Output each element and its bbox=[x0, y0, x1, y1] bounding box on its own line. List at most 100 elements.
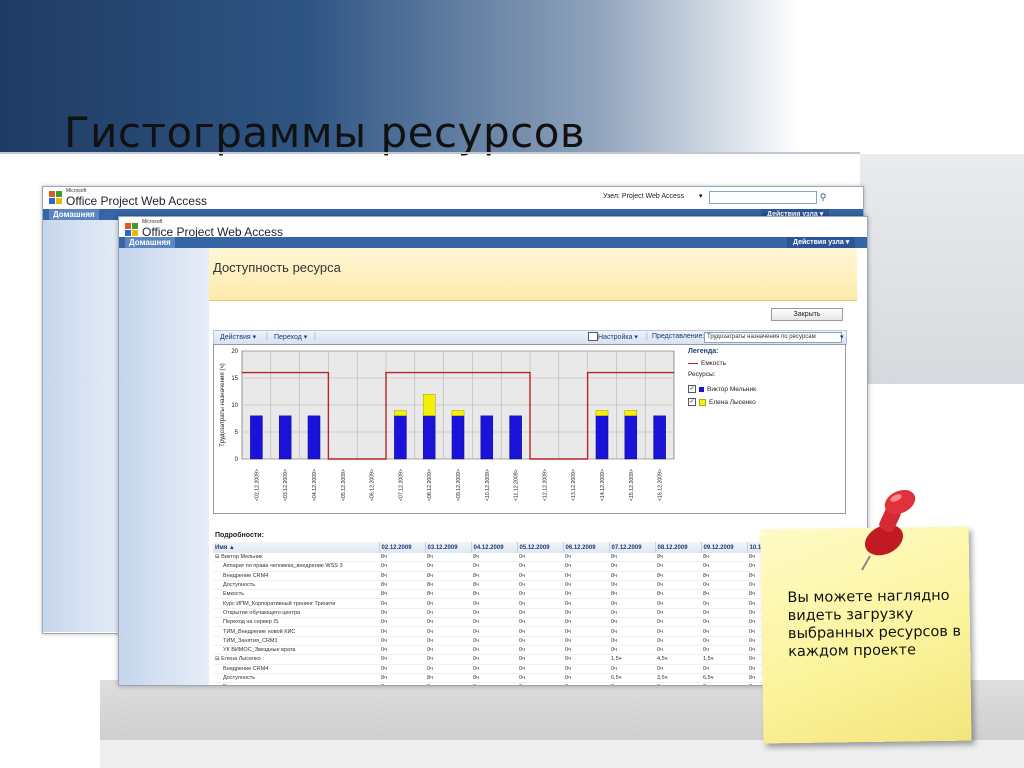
resource-checkbox[interactable]: ✓ bbox=[688, 398, 696, 406]
toolbar-separator: | bbox=[314, 333, 316, 340]
legend-resource-item[interactable]: ✓ Виктор Мельник bbox=[688, 385, 756, 393]
table-row[interactable]: Емкость8ч8ч8ч0ч0ч8ч8ч8ч8ч bbox=[213, 589, 829, 600]
back-logo-text: Microsoft Office Project Web Access bbox=[66, 187, 207, 208]
row-value-cell: 8ч bbox=[379, 673, 425, 684]
search-icon[interactable]: ⚲ bbox=[817, 191, 829, 203]
slide-footer-strip bbox=[100, 740, 1024, 768]
chevron-down-icon[interactable]: ▾ bbox=[840, 333, 844, 341]
row-value-cell: 0ч bbox=[517, 636, 563, 646]
row-value-cell: 0ч bbox=[425, 645, 471, 656]
resource-name: Виктор Мельник bbox=[707, 385, 756, 393]
row-name-cell: Доступность bbox=[213, 673, 379, 684]
front-tab-home[interactable]: Домашняя bbox=[125, 237, 175, 248]
settings-menu[interactable]: Настройка ▾ bbox=[598, 333, 638, 341]
row-value-cell: 0ч bbox=[517, 673, 563, 684]
column-header-date[interactable]: 03.12.2009 bbox=[425, 542, 472, 553]
row-value-cell: 0ч bbox=[379, 617, 425, 628]
column-header-date[interactable]: 08.12.2009 bbox=[655, 542, 702, 553]
view-select[interactable]: Трудозатраты назначения по ресурсам bbox=[704, 332, 842, 343]
row-value-cell: 0ч bbox=[701, 580, 747, 591]
row-value-cell: 0ч bbox=[655, 645, 701, 656]
back-tab-home[interactable]: Домашняя bbox=[49, 209, 99, 220]
row-value-cell: 0ч bbox=[563, 589, 609, 600]
bar-viktor-melnik bbox=[307, 415, 321, 460]
table-row[interactable]: Емкость8ч8ч8ч0ч0ч8ч8ч8ч8ч bbox=[213, 682, 829, 685]
table-row[interactable]: ТИМ_Занятия_CRM1 0ч 0ч 0ч 0ч 0ч 0ч 0ч 0ч 0ч bbox=[213, 636, 829, 646]
table-row[interactable]: ТИМ_Внедрение новой КИС 0ч 0ч 0ч 0ч 0ч 0ч 0ч 0ч 0… bbox=[213, 626, 829, 637]
table-row[interactable]: Внедрение CRM4 8ч 8ч 8ч 0ч 0ч 8ч 8ч 8ч 8ч bbox=[213, 571, 829, 581]
table-row[interactable]: Открытие обучающего центра 0ч 0ч 0ч 0ч 0ч 0ч 0ч… bbox=[213, 608, 829, 619]
row-value-cell: 0ч bbox=[517, 589, 563, 600]
column-header-date[interactable]: 09.12.2009 bbox=[701, 542, 748, 553]
row-value-cell: 8ч bbox=[379, 553, 425, 563]
legend-resource-item[interactable]: ✓ Елена Лысенко bbox=[688, 398, 756, 406]
row-value-cell: 8ч bbox=[425, 580, 471, 591]
column-header-date[interactable]: 05.12.2009 bbox=[517, 542, 564, 553]
column-header-date[interactable]: 04.12.2009 bbox=[471, 542, 518, 553]
row-name-cell: Аппарат по права человека_внедрение WSS … bbox=[213, 561, 379, 572]
row-value-cell: 0ч bbox=[471, 608, 517, 619]
row-value-cell: 8ч bbox=[609, 571, 655, 581]
close-button[interactable]: Закрыть bbox=[771, 308, 843, 321]
bar-elena-lysenko bbox=[394, 410, 407, 417]
row-value-cell: 0ч bbox=[609, 580, 655, 591]
table-row[interactable]: Доступность 8ч 8ч 8ч 0ч 0ч 0ч 0ч 0ч 0ч bbox=[213, 580, 829, 591]
row-value-cell: 0ч bbox=[379, 626, 425, 637]
office-logo-icon bbox=[49, 191, 63, 205]
table-row[interactable]: УК ВИМОС_Звездные врата 0ч 0ч 0ч 0ч 0ч 0ч 0ч 0ч 0… bbox=[213, 645, 829, 656]
actions-menu[interactable]: Действия ▾ bbox=[220, 333, 256, 341]
table-row[interactable]: Аппарат по права человека_внедрение WSS … bbox=[213, 561, 829, 572]
row-value-cell: 0ч bbox=[701, 561, 747, 572]
bar-viktor-melnik bbox=[595, 415, 609, 460]
row-value-cell: 0ч bbox=[471, 645, 517, 656]
x-tick-label: <07.12.2009> bbox=[398, 469, 404, 501]
x-tick-label: <12.12.2009> bbox=[542, 469, 548, 501]
row-value-cell: 0ч bbox=[425, 654, 471, 665]
column-header-date[interactable]: 06.12.2009 bbox=[563, 542, 610, 553]
bar-elena-lysenko bbox=[422, 394, 436, 417]
row-value-cell: 0ч bbox=[425, 636, 471, 646]
resource-checkbox[interactable]: ✓ bbox=[688, 385, 696, 393]
row-value-cell: 8ч bbox=[655, 682, 701, 685]
row-value-cell: 0ч bbox=[655, 598, 701, 609]
row-value-cell: 0ч bbox=[517, 598, 563, 609]
row-value-cell: 0ч bbox=[517, 664, 563, 674]
row-value-cell: 8ч bbox=[425, 553, 471, 563]
row-value-cell: 0ч bbox=[655, 617, 701, 628]
table-row[interactable]: Переход на сервер IS 0ч 0ч 0ч 0ч 0ч 0ч 0ч 0ч 0ч bbox=[213, 617, 829, 628]
row-value-cell: 0ч bbox=[425, 664, 471, 674]
row-value-cell: 0ч bbox=[517, 645, 563, 656]
back-site-label: Узел: Project Web Access bbox=[603, 193, 684, 200]
row-value-cell: 8ч bbox=[471, 673, 517, 684]
row-value-cell: 0ч bbox=[517, 682, 563, 685]
table-row[interactable]: Внедрение CRM4 0ч 0ч 0ч 0ч 0ч 0ч 0ч 0ч 0ч bbox=[213, 664, 829, 674]
row-value-cell: 4,5ч bbox=[655, 654, 701, 665]
back-search-input[interactable] bbox=[709, 191, 817, 204]
slide-side-panel bbox=[860, 154, 1024, 384]
table-row[interactable]: Курс ИПМ_Корпоративный тренинг Тринити 0ч… bbox=[213, 598, 829, 609]
row-value-cell: 6,5ч bbox=[701, 673, 747, 684]
row-value-cell: 0ч bbox=[563, 645, 609, 656]
row-value-cell: 8ч bbox=[471, 553, 517, 563]
row-value-cell: 0ч bbox=[517, 561, 563, 572]
row-value-cell: 8ч bbox=[379, 589, 425, 600]
chevron-down-icon[interactable]: ▾ bbox=[697, 191, 709, 202]
row-value-cell: 0ч bbox=[701, 598, 747, 609]
bar-viktor-melnik bbox=[653, 415, 666, 460]
column-header-name[interactable]: Имя ▲ bbox=[213, 542, 380, 553]
row-value-cell: 0ч bbox=[517, 571, 563, 581]
row-value-cell: 0ч bbox=[517, 617, 563, 628]
go-menu[interactable]: Переход ▾ bbox=[274, 333, 307, 341]
x-tick-label: <08.12.2009> bbox=[427, 469, 433, 501]
row-value-cell: 0ч bbox=[517, 626, 563, 637]
column-header-date[interactable]: 07.12.2009 bbox=[609, 542, 656, 553]
row-value-cell: 8ч bbox=[609, 682, 655, 685]
resource-group-row[interactable]: ⊟ Виктор Мельник 8ч 8ч 8ч 0ч 0ч 8ч 8ч 8ч 8ч bbox=[213, 553, 829, 563]
column-header-date[interactable]: 02.12.2009 bbox=[379, 542, 426, 553]
legend-resources-label: Ресурсы: bbox=[688, 371, 715, 378]
front-tab-bar bbox=[119, 237, 867, 248]
chart-frame: 0 5 10 15 20 <02.12.2009> <03.12.2009> <04.12.2… bbox=[213, 344, 687, 514]
front-site-actions[interactable]: Действия узла ▾ bbox=[787, 237, 856, 248]
table-row[interactable]: Доступность 8ч 8ч 8ч 0ч 0ч 6,5ч 3,5ч 6,5ч 8ч bbox=[213, 673, 829, 684]
resource-group-row[interactable]: ⊟ Елена Лысенко 0ч 0ч 0ч 0ч 0ч 1,5ч 4,5ч 1,5ч 0ч bbox=[213, 654, 829, 665]
